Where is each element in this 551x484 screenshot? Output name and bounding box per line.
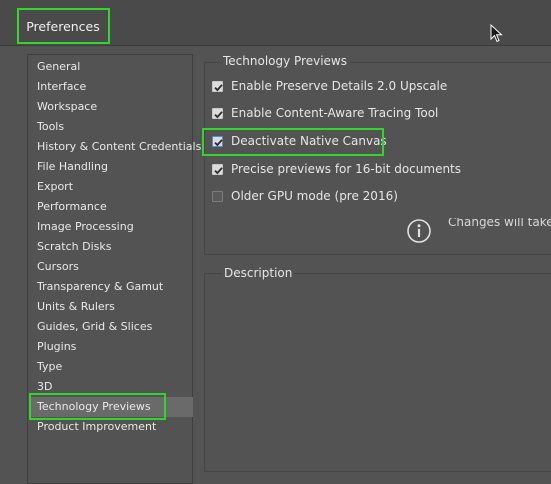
option-label: Precise previews for 16-bit documents (231, 162, 462, 176)
option-deactivate-native-canvas[interactable]: Deactivate Native Canvas (212, 131, 387, 151)
mouse-cursor-icon (490, 24, 503, 43)
info-text: Changes will take e (448, 218, 551, 229)
checkbox-preserve-details-upscale[interactable] (212, 80, 223, 92)
sidebar-item-history-content-credentials[interactable]: History & Content Credentials (31, 137, 201, 157)
checkbox-precise-previews-16bit[interactable] (212, 163, 223, 175)
sidebar-item-file-handling[interactable]: File Handling (31, 157, 193, 177)
technology-previews-group-title: Technology Previews (221, 54, 349, 68)
option-label: Enable Content-Aware Tracing Tool (231, 106, 439, 120)
sidebar-item-general[interactable]: General (31, 57, 193, 77)
sidebar-item-units-rulers[interactable]: Units & Rulers (31, 297, 193, 317)
option-label: Older GPU mode (pre 2016) (231, 189, 398, 203)
sidebar-item-tools[interactable]: Tools (31, 117, 193, 137)
sidebar-item-3d[interactable]: 3D (31, 377, 193, 397)
sidebar-item-scratch-disks[interactable]: Scratch Disks (31, 237, 193, 257)
window-title: Preferences (26, 19, 100, 34)
sidebar-item-type[interactable]: Type (31, 357, 193, 377)
sidebar-item-guides-grid-slices[interactable]: Guides, Grid & Slices (31, 317, 193, 337)
option-label: Deactivate Native Canvas (231, 134, 387, 148)
description-group-title: Description (222, 266, 295, 280)
description-group (204, 273, 551, 472)
checkbox-content-aware-tracing[interactable] (212, 107, 223, 119)
checkbox-older-gpu-mode[interactable] (212, 190, 223, 202)
title-bar: Preferences (0, 0, 551, 46)
sidebar-item-technology-previews[interactable]: Technology Previews (31, 397, 193, 417)
sidebar-item-export[interactable]: Export (31, 177, 193, 197)
checkbox-deactivate-native-canvas[interactable] (212, 135, 223, 147)
info-circle-icon (407, 219, 431, 243)
sidebar-item-product-improvement[interactable]: Product Improvement (31, 417, 193, 437)
preferences-sidebar: General Interface Workspace Tools Histor… (27, 54, 201, 484)
option-label: Enable Preserve Details 2.0 Upscale (231, 79, 448, 93)
sidebar-item-interface[interactable]: Interface (31, 77, 193, 97)
option-preserve-details-upscale[interactable]: Enable Preserve Details 2.0 Upscale (212, 76, 447, 96)
option-precise-previews-16bit[interactable]: Precise previews for 16-bit documents (212, 159, 461, 179)
option-content-aware-tracing[interactable]: Enable Content-Aware Tracing Tool (212, 103, 438, 123)
sidebar-item-image-processing[interactable]: Image Processing (31, 217, 193, 237)
sidebar-item-plugins[interactable]: Plugins (31, 337, 193, 357)
sidebar-item-performance[interactable]: Performance (31, 197, 193, 217)
option-older-gpu-mode[interactable]: Older GPU mode (pre 2016) (212, 186, 398, 206)
info-message: Changes will take e (406, 218, 551, 244)
sidebar-item-workspace[interactable]: Workspace (31, 97, 193, 117)
sidebar-item-cursors[interactable]: Cursors (31, 257, 193, 277)
sidebar-item-transparency-gamut[interactable]: Transparency & Gamut (31, 277, 193, 297)
